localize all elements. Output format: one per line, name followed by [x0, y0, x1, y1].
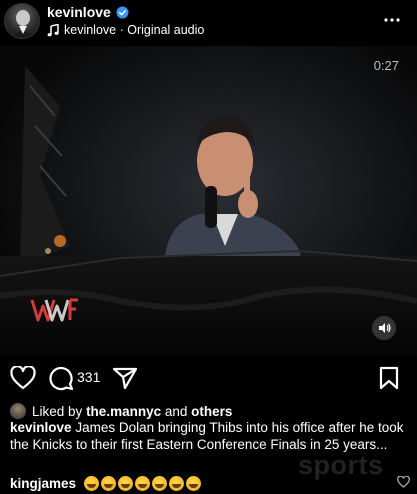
- laughing-emoji-icon: [118, 475, 134, 491]
- laughing-emoji-icon: [169, 475, 185, 491]
- username[interactable]: kevinlove: [47, 4, 111, 20]
- laughing-emoji-icon: [152, 475, 168, 491]
- mute-toggle-button[interactable]: [372, 316, 396, 340]
- comment-username[interactable]: kingjames: [10, 476, 76, 491]
- music-note-icon: [47, 23, 59, 36]
- more-icon: [384, 18, 400, 22]
- liked-by-conj: and: [164, 403, 188, 419]
- username-row: kevinlove: [47, 3, 129, 21]
- laughing-emoji-icon: [101, 475, 117, 491]
- laughing-emoji-icon: [135, 475, 151, 491]
- comment-item: kingjames: [10, 474, 410, 492]
- comment-button[interactable]: [48, 364, 74, 392]
- liked-by-others[interactable]: others: [191, 404, 232, 419]
- post-header: kevinlove kevinlove · Original audio: [0, 0, 417, 46]
- comment-icon: [49, 366, 74, 391]
- video-player[interactable]: 0:27: [0, 46, 417, 356]
- wwf-logo-icon: [30, 298, 78, 322]
- bookmark-icon: [379, 366, 399, 390]
- action-bar: 331: [0, 356, 417, 400]
- avatar[interactable]: [4, 3, 40, 39]
- comment-like-icon[interactable]: [397, 476, 410, 488]
- video-duration: 0:27: [373, 58, 399, 73]
- share-icon: [112, 367, 138, 390]
- original-audio-link[interactable]: kevinlove · Original audio: [47, 22, 204, 38]
- audio-label: kevinlove · Original audio: [64, 23, 205, 37]
- liked-by-prefix: Liked by: [32, 403, 83, 419]
- save-button[interactable]: [379, 364, 399, 392]
- more-button[interactable]: [381, 10, 403, 30]
- liker-avatar: [10, 403, 26, 419]
- heart-icon: [10, 366, 36, 390]
- laughing-emoji-icon: [84, 475, 100, 491]
- liked-by-row[interactable]: Liked by the.mannyc and others: [10, 402, 232, 420]
- comment-text: [84, 475, 202, 491]
- comment-count[interactable]: 331: [77, 369, 100, 385]
- speaker-icon: [378, 323, 391, 333]
- like-button[interactable]: [10, 364, 36, 392]
- share-button[interactable]: [112, 364, 138, 392]
- verified-badge-icon: [116, 5, 129, 19]
- liker-username[interactable]: the.mannyc: [86, 404, 161, 419]
- post-caption: kevinlove James Dolan bringing Thibs int…: [10, 419, 410, 453]
- laughing-emoji-icon: [186, 475, 202, 491]
- caption-username[interactable]: kevinlove: [10, 420, 72, 435]
